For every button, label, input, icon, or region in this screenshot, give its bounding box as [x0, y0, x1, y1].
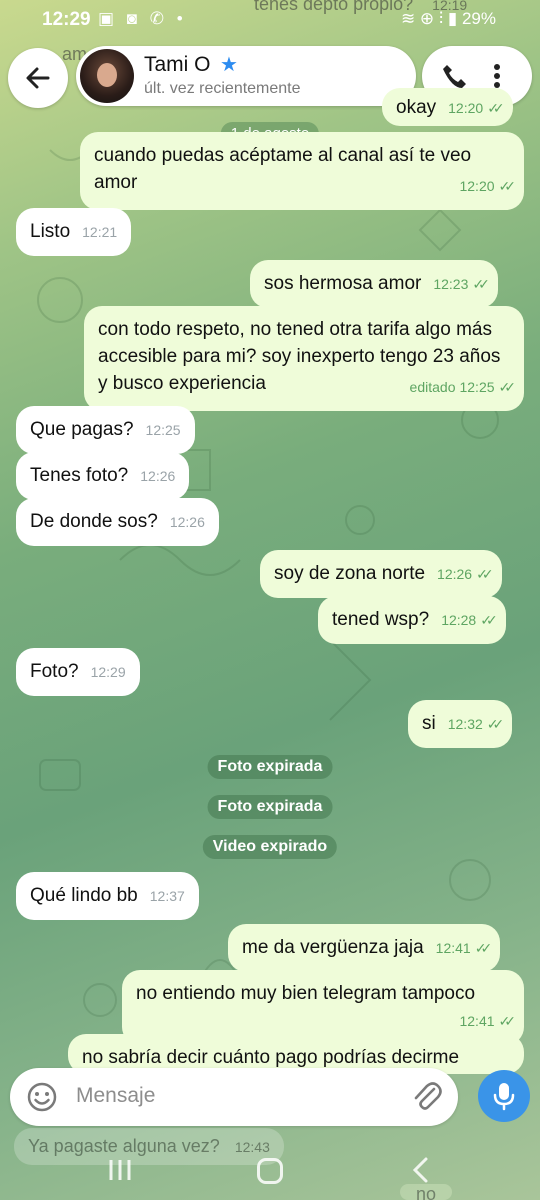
- message-bubble-incoming[interactable]: Qué lindo bb 12:37: [16, 872, 199, 920]
- message-bubble-outgoing[interactable]: cuando puedas acéptame al canal así te v…: [80, 132, 524, 210]
- message-bubble-outgoing[interactable]: sos hermosa amor 12:23 ✓✓: [250, 260, 498, 308]
- message-bubble-outgoing[interactable]: soy de zona norte 12:26 ✓✓: [260, 550, 502, 598]
- status-time: 12:29: [42, 9, 91, 30]
- message-bubble-incoming[interactable]: Foto? 12:29: [16, 648, 140, 696]
- voice-record-button[interactable]: [478, 1070, 530, 1122]
- message-placeholder: Mensaje: [76, 1084, 156, 1107]
- message-composer: Mensaje: [10, 1068, 530, 1126]
- attach-icon[interactable]: [412, 1080, 442, 1114]
- more-options-icon[interactable]: [492, 62, 502, 90]
- home-icon[interactable]: [257, 1158, 283, 1184]
- notification-icons: ▣ ◙ ✆ •: [98, 9, 187, 28]
- message-bubble-outgoing[interactable]: me da vergüenza jaja 12:41 ✓✓: [228, 924, 501, 972]
- message-bubble-incoming[interactable]: Que pagas? 12:25: [16, 406, 195, 454]
- back-button[interactable]: [8, 48, 68, 108]
- microphone-icon: [493, 1083, 515, 1111]
- partial-outgoing-message: tenes depto propio? 12:19: [254, 0, 468, 14]
- nav-back-icon[interactable]: [410, 1156, 430, 1184]
- message-bubble-incoming[interactable]: Tenes foto? 12:26: [16, 452, 190, 500]
- contact-info[interactable]: Tami O ★ últ. vez recientemente: [76, 46, 416, 106]
- emoji-icon[interactable]: [26, 1081, 58, 1113]
- system-navigation-bar: [0, 1140, 540, 1200]
- phone-icon[interactable]: [440, 62, 468, 90]
- expired-media-notice: Video expirado: [202, 835, 338, 859]
- last-seen-status: últ. vez recientemente: [144, 80, 301, 97]
- message-bubble-incoming[interactable]: De donde sos? 12:26: [16, 498, 219, 546]
- star-icon: ★: [220, 54, 238, 76]
- message-bubble-incoming[interactable]: Listo 12:21: [16, 208, 132, 256]
- message-bubble-outgoing[interactable]: si 12:32 ✓✓: [408, 700, 513, 748]
- expired-media-notice: Foto expirada: [207, 795, 333, 819]
- message-bubble-outgoing[interactable]: okay 12:20 ✓✓: [382, 88, 513, 126]
- message-input[interactable]: Mensaje: [10, 1068, 458, 1126]
- expired-media-notice: Foto expirada: [207, 755, 333, 779]
- message-bubble-outgoing[interactable]: con todo respeto, no tened otra tarifa a…: [84, 306, 524, 411]
- contact-name: Tami O: [144, 53, 211, 76]
- recent-apps-icon[interactable]: [108, 1158, 132, 1182]
- back-arrow-icon: [26, 67, 50, 89]
- message-bubble-outgoing[interactable]: tened wsp? 12:28 ✓✓: [318, 596, 506, 644]
- avatar[interactable]: [80, 49, 134, 103]
